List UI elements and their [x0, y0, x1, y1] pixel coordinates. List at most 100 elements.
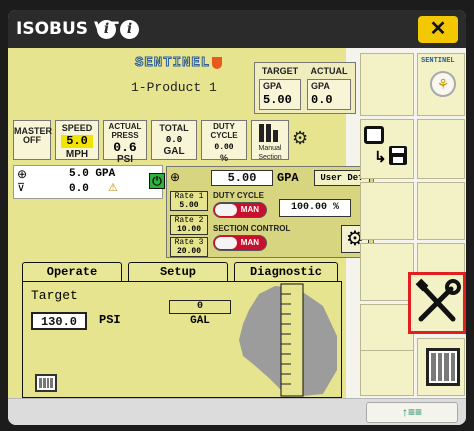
- actual-label: ACTUAL: [310, 66, 348, 76]
- tab-setup[interactable]: Setup: [128, 262, 228, 282]
- product-actual: 0.0: [69, 183, 89, 195]
- duty-cycle-toggle[interactable]: MAN: [213, 202, 267, 218]
- wrench-screwdriver-icon: [415, 278, 461, 322]
- flow-icon: ⊽: [17, 182, 26, 194]
- rate-2-label: Rate 2: [174, 216, 204, 225]
- layout-toggle-button[interactable]: ↑≡≡: [366, 402, 458, 423]
- crosshair-icon-2: ⊕: [170, 170, 181, 184]
- operate-panel: Target 130.0 PSI 0 GAL: [22, 281, 342, 398]
- info-icon-2[interactable]: i: [120, 20, 139, 39]
- rate-1-value: 5.00: [179, 201, 199, 210]
- target-label: TARGET: [261, 66, 299, 76]
- brand-text: SENTINEL: [134, 55, 211, 72]
- settings-gear-icon[interactable]: ⚙: [292, 128, 308, 149]
- crosshair-icon: ⊕: [17, 167, 28, 181]
- manual-section-label: Manual Section: [258, 145, 282, 161]
- duty-cycle-input[interactable]: 100.00 %: [279, 199, 351, 217]
- target-actual-panel: TARGET ACTUAL GPA 5.00 GPA 0.0: [254, 62, 356, 114]
- tools-button[interactable]: [408, 272, 466, 334]
- product-line: ⊕ ⊽ 5.0 GPA 0.0 ⚠ ⏻: [13, 165, 165, 199]
- pressure-unit: PSI: [116, 154, 134, 165]
- pressure-tile: ACTUAL PRESS 0.6 PSI: [103, 120, 147, 165]
- master-switch[interactable]: MASTER OFF: [13, 120, 52, 160]
- tab-diagnostic[interactable]: Diagnostic: [234, 262, 338, 282]
- duty-toggle-label: MAN: [240, 205, 259, 214]
- tank-gauge-graphic: [239, 283, 337, 397]
- speed-unit: MPH: [65, 149, 89, 160]
- target-box: GPA 5.00: [259, 79, 301, 110]
- section-control-label: SECTION CONTROL: [213, 224, 291, 233]
- section-bars-button[interactable]: [417, 338, 465, 396]
- shield-icon: [212, 57, 223, 69]
- bar-chart-icon: [259, 124, 281, 142]
- operate-target-input[interactable]: 130.0: [31, 312, 87, 330]
- speed-value: 5.0: [61, 135, 93, 148]
- vt-window: ISOBUS VT i i ✕ SENTINEL 1-Product 1 TAR…: [8, 10, 466, 425]
- bottom-bar: ↑≡≡: [8, 398, 466, 425]
- duty-cycle-input-value: 100.00: [290, 202, 327, 213]
- sentinel-app-button[interactable]: SENTINEL ⚘: [417, 53, 465, 116]
- rate-set-value[interactable]: 5.00: [211, 170, 273, 186]
- operate-target-label: Target: [31, 288, 78, 303]
- speed-label: SPEED: [61, 123, 93, 133]
- duty-cycle-unit: %: [219, 153, 228, 163]
- rate-3-label: Rate 3: [174, 238, 204, 247]
- product-rate: 5.0 GPA: [69, 168, 116, 180]
- actual-unit: GPA: [311, 81, 330, 91]
- arrow-icon: ↳: [374, 149, 387, 166]
- operate-target-unit: PSI: [99, 313, 121, 327]
- section-bars-icon[interactable]: [35, 374, 57, 392]
- wheat-icon: ⚘: [430, 71, 456, 97]
- rate-3-value: 20.00: [176, 247, 201, 256]
- right-panel-slot-4[interactable]: [417, 182, 465, 240]
- duty-cycle-tile: DUTY CYCLE 0.00 %: [201, 120, 247, 163]
- total-label: TOTAL: [159, 123, 189, 133]
- rate-1-button[interactable]: Rate 1 5.00: [170, 191, 208, 211]
- speed-tile: SPEED 5.0 MPH: [55, 120, 99, 160]
- rate-1-label: Rate 1: [174, 192, 204, 201]
- right-panel-slot-3[interactable]: [360, 182, 414, 240]
- duty-cycle-value: 0.00: [214, 143, 234, 152]
- section-bars-large-icon: [426, 348, 460, 386]
- pressure-label: ACTUAL PRESS: [108, 122, 142, 140]
- product-name: 1-Product 1: [131, 80, 217, 95]
- duty-cycle-input-unit: %: [333, 202, 340, 213]
- duty-cycle-label: DUTY CYCLE: [210, 122, 238, 140]
- right-panel-slot-2[interactable]: [417, 119, 465, 179]
- info-icon[interactable]: i: [97, 20, 116, 39]
- copy-save-button[interactable]: ↳: [360, 119, 414, 179]
- screen-frame: ISOBUS VT i i ✕ SENTINEL 1-Product 1 TAR…: [0, 0, 474, 431]
- tank-unit: GAL: [190, 315, 210, 327]
- tab-operate[interactable]: Operate: [22, 262, 122, 282]
- total-value: 0.0: [165, 135, 183, 145]
- rate-2-button[interactable]: Rate 2 10.00: [170, 215, 208, 235]
- close-button[interactable]: ✕: [418, 16, 458, 43]
- actual-box: GPA 0.0: [307, 79, 351, 110]
- target-value: 5.00: [263, 93, 292, 107]
- sentinel-logo: SENTINEL: [134, 55, 239, 75]
- rate-3-button[interactable]: Rate 3 20.00: [170, 237, 208, 257]
- warning-icon: ⚠: [108, 182, 118, 194]
- right-panel-slot-5[interactable]: [360, 243, 414, 301]
- total-tile: TOTAL 0.0 GAL: [151, 120, 197, 160]
- total-unit: GAL: [163, 146, 185, 157]
- copy-icon: [364, 126, 384, 144]
- rate-panel: ⊕ 5.00 GPA User Def Rate 1 5.00 Rate 2 1…: [166, 166, 374, 258]
- section-control-toggle[interactable]: MAN: [213, 235, 267, 251]
- right-panel-slot-1[interactable]: [360, 53, 414, 116]
- right-panel-slot-8[interactable]: [360, 350, 414, 396]
- manual-section-button[interactable]: Manual Section: [251, 120, 289, 161]
- master-label: MASTER OFF: [14, 126, 52, 145]
- tank-value: 0: [169, 300, 231, 314]
- target-unit: GPA: [263, 81, 282, 91]
- actual-value: 0.0: [311, 93, 333, 107]
- duty-cycle-section-label: DUTY CYCLE: [213, 191, 264, 200]
- section-toggle-label: MAN: [240, 238, 259, 247]
- main-pane: SENTINEL 1-Product 1 TARGET ACTUAL GPA 5…: [8, 48, 374, 398]
- save-icon: [389, 146, 407, 165]
- pressure-value: 0.6: [113, 140, 137, 155]
- power-icon[interactable]: ⏻: [149, 173, 165, 189]
- rate-unit: GPA: [277, 171, 299, 185]
- rate-2-value: 10.00: [176, 225, 201, 234]
- tank-readout: 0 GAL: [169, 300, 231, 330]
